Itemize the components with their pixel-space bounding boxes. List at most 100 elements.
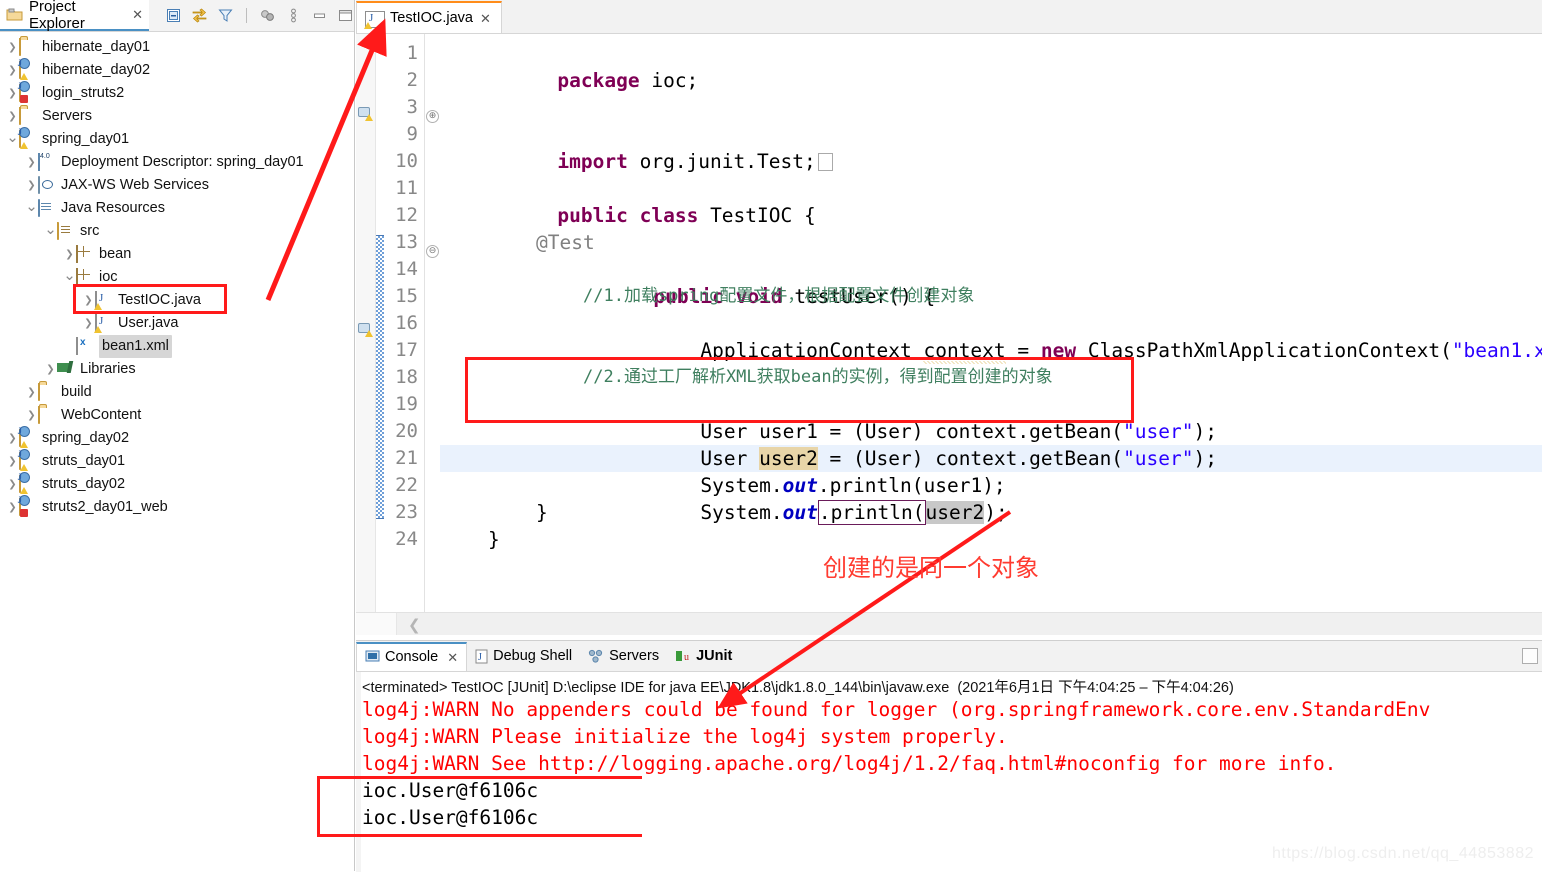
toolbar-separator <box>246 8 247 23</box>
close-icon[interactable]: ✕ <box>132 8 143 21</box>
keyword-class: class <box>639 204 699 227</box>
line-number: 2 <box>406 69 418 91</box>
tree-item-login-struts2[interactable]: ❯login_struts2 <box>0 80 354 105</box>
view-menu-icon[interactable] <box>285 7 302 24</box>
tree-item-struts-day02[interactable]: ❯struts_day02 <box>0 471 354 496</box>
line-number: 24 <box>395 528 418 550</box>
close-icon[interactable]: ✕ <box>480 12 491 25</box>
chevron-right-icon[interactable]: ❯ <box>44 358 57 381</box>
code-line-12: @Test <box>536 231 595 254</box>
tree-item-label: bean <box>99 246 132 262</box>
console-tab-junit[interactable]: u JUnit <box>667 642 740 671</box>
change-bar-strip <box>376 235 384 519</box>
svg-text:u: u <box>684 652 689 663</box>
chevron-down-icon[interactable]: ⌄ <box>44 217 57 240</box>
tree-item-user-java[interactable]: ❯User.java <box>0 312 354 335</box>
package-icon <box>76 267 94 287</box>
console-icon <box>365 650 380 664</box>
tree-item-src[interactable]: ⌄ src <box>0 220 354 243</box>
collapsed-imports-box[interactable] <box>817 153 833 171</box>
tree-item-spring-day02[interactable]: ❯spring_day02 <box>0 425 354 450</box>
chevron-right-icon[interactable]: ❯ <box>25 151 38 174</box>
annotation-box-console-output <box>317 776 642 837</box>
editor-tab-testioc[interactable]: TestIOC.java ✕ <box>356 1 502 33</box>
code-text: org.junit.Test; <box>627 150 816 173</box>
tree-item-label: spring_day02 <box>42 430 130 446</box>
change-bar-gutter <box>376 34 384 619</box>
tree-item-bean1-xml[interactable]: bean1.xml <box>0 335 354 358</box>
tree-item-label: struts2_day01_web <box>42 499 168 515</box>
string-literal: "user" <box>1123 447 1194 470</box>
tree-item-ioc[interactable]: ⌄ ioc <box>0 266 354 289</box>
project-explorer-toolbar <box>165 7 354 24</box>
collapse-all-icon[interactable] <box>165 7 182 24</box>
chevron-down-icon[interactable]: ⌄ <box>25 194 38 217</box>
editor-horizontal-scrollbar[interactable]: ❮ <box>356 612 1542 635</box>
chevron-down-icon[interactable]: ⌄ <box>63 263 76 286</box>
tree-item-spring-day01[interactable]: ⌄spring_day01 <box>0 126 354 151</box>
code-text-area[interactable]: package ioc; import org.junit.Test; publ… <box>440 34 1542 619</box>
console-tab-bar[interactable]: Console ✕ J Debug Shell Servers u JUnit <box>356 641 1542 672</box>
focus-active-task-icon[interactable] <box>259 7 276 24</box>
console-view: Console ✕ J Debug Shell Servers u JUnit <termi… <box>356 640 1542 872</box>
keyword-new: new <box>1040 339 1077 362</box>
java-file-icon <box>94 313 113 333</box>
tree-item-label: build <box>61 384 92 400</box>
chevron-left-icon[interactable]: ❮ <box>408 616 421 634</box>
tree-item-deployment-descriptor-spring-day01[interactable]: ❯ Deployment Descriptor: spring_day01 <box>0 151 354 174</box>
warning-marker-icon[interactable] <box>358 105 373 121</box>
fold-collapse-icon[interactable]: ⊖ <box>426 245 439 258</box>
chevron-right-icon[interactable]: ❯ <box>6 36 19 59</box>
project-tree[interactable]: ❯hibernate_day01❯hibernate_day02❯login_s… <box>0 32 354 519</box>
link-with-editor-icon[interactable] <box>191 7 208 24</box>
tree-item-webcontent[interactable]: ❯ WebContent <box>0 404 354 427</box>
console-output-area[interactable]: <terminated> TestIOC [JUnit] D:\eclipse … <box>356 672 1542 872</box>
minimize-icon[interactable] <box>1522 648 1538 664</box>
close-icon[interactable]: ✕ <box>447 651 458 664</box>
line-number: 17 <box>395 339 418 361</box>
tree-item-jax-ws-web-services[interactable]: ❯ JAX-WS Web Services <box>0 174 354 197</box>
tree-item-bean[interactable]: ❯ bean <box>0 243 354 266</box>
java-project-icon <box>19 126 37 149</box>
code-line-14: //1.加载spring配置文件，根据配置文件创建对象 <box>583 286 975 306</box>
marker-gutter[interactable] <box>356 34 376 619</box>
console-tab-servers[interactable]: Servers <box>580 642 667 671</box>
console-tab-debug-shell[interactable]: J Debug Shell <box>467 642 580 671</box>
tree-item-testioc-java[interactable]: ❯TestIOC.java <box>0 289 354 312</box>
filter-icon[interactable] <box>217 7 234 24</box>
console-tab-label: Servers <box>609 648 660 664</box>
code-line-21: System.out.println(user2); <box>583 472 1008 525</box>
tree-item-struts2-day01-web[interactable]: ❯struts2_day01_web <box>0 494 354 519</box>
line-number: 15 <box>395 285 418 307</box>
tree-item-label: login_struts2 <box>42 85 125 101</box>
tree-item-label: hibernate_day01 <box>42 39 151 55</box>
tree-item-build[interactable]: ❯ build <box>0 381 354 404</box>
tree-item-servers[interactable]: ❯ Servers <box>0 105 354 128</box>
chevron-right-icon[interactable]: ❯ <box>25 381 38 404</box>
warning-marker-icon[interactable] <box>358 321 373 337</box>
minimize-icon[interactable] <box>311 7 328 24</box>
tree-item-hibernate-day01[interactable]: ❯ hibernate_day01 <box>0 36 354 59</box>
chevron-right-icon[interactable]: ❯ <box>25 404 38 427</box>
tree-item-hibernate-day02[interactable]: ❯hibernate_day02 <box>0 57 354 82</box>
tree-item-label: WebContent <box>61 407 142 423</box>
tree-item-libraries[interactable]: ❯ Libraries <box>0 358 354 381</box>
selected-word-user2: user2 <box>925 501 985 524</box>
project-explorer-tab[interactable]: Project Explorer ✕ <box>0 0 149 32</box>
fold-expand-icon[interactable]: ⊕ <box>426 110 439 123</box>
static-field-out: out <box>782 501 818 524</box>
java-file-icon <box>94 290 113 310</box>
console-log-line-3: log4j:WARN See http://logging.apache.org… <box>362 752 1337 775</box>
debug-shell-icon: J <box>475 649 488 664</box>
maximize-icon[interactable] <box>337 7 354 24</box>
editor-body[interactable]: 1 2 3 9 10 11 12 13 14 15 16 17 18 19 20 21 22 23 24 ⊕ ⊖ p… <box>356 34 1542 619</box>
tree-item-label: hibernate_day02 <box>42 62 151 78</box>
tree-item-label: struts_day01 <box>42 453 126 469</box>
code-line-20: System.out.println(user1); <box>583 445 1005 497</box>
console-tab-console[interactable]: Console ✕ <box>356 641 468 671</box>
tree-item-struts-day01[interactable]: ❯struts_day01 <box>0 448 354 473</box>
java-file-icon <box>364 10 385 29</box>
folding-gutter[interactable]: ⊕ ⊖ <box>425 34 439 619</box>
string-literal: "bean1.xml" <box>1451 339 1542 362</box>
junit-icon: u <box>675 649 691 663</box>
